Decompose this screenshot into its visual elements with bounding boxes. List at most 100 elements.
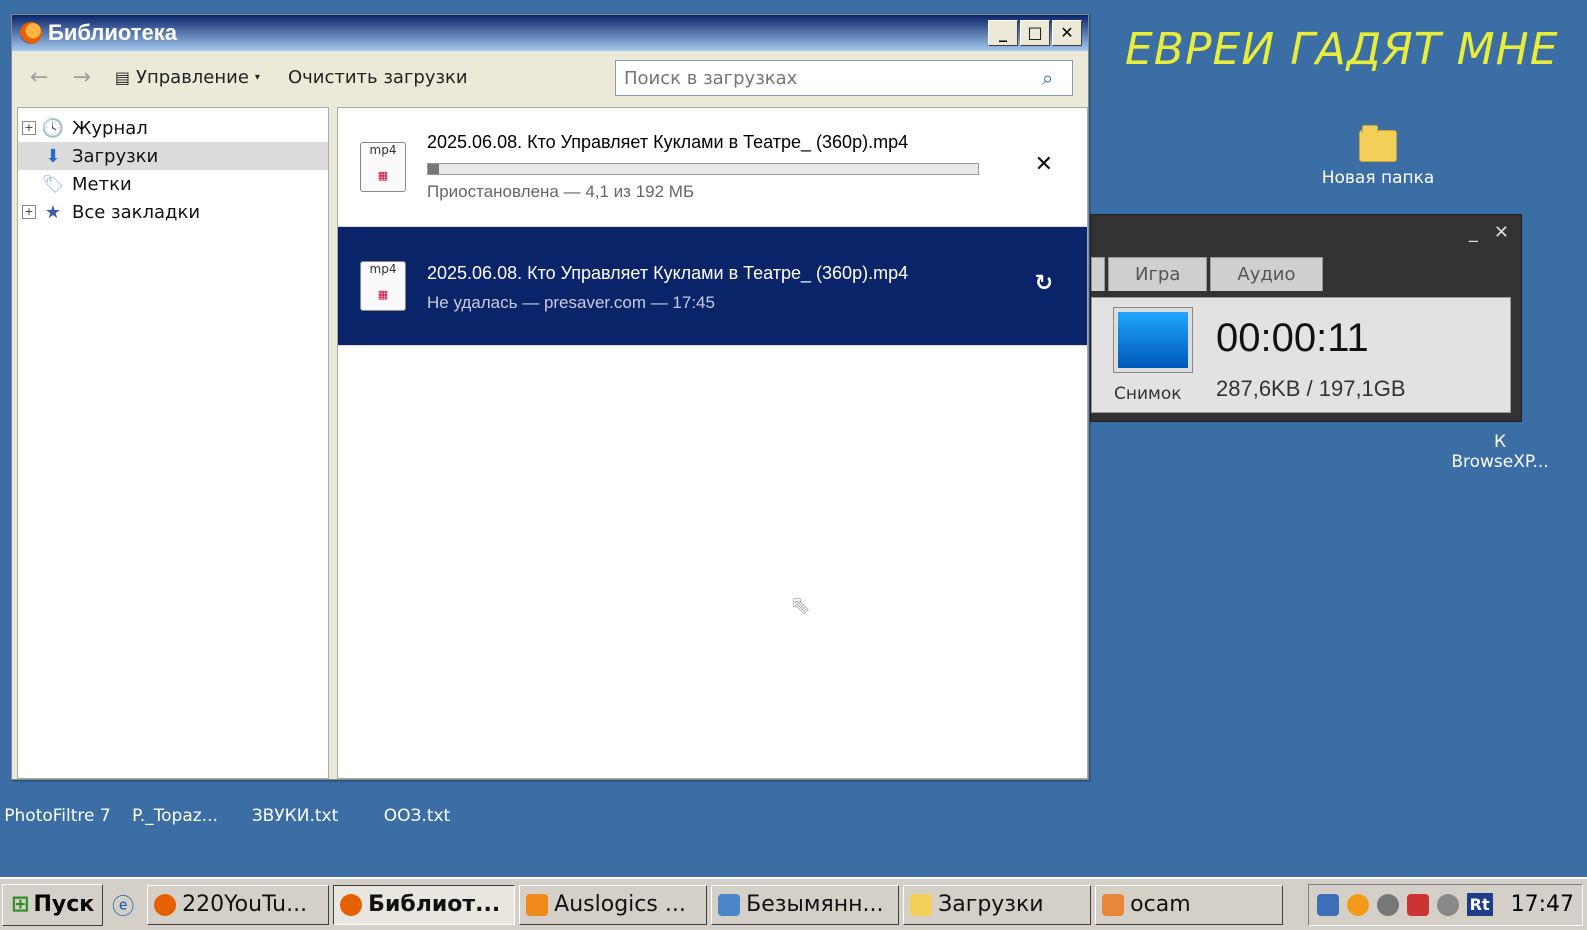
- firefox-icon: [20, 22, 42, 44]
- recording-sizes: 287,6KB / 197,1GB: [1216, 376, 1406, 401]
- ocam-icon: [1102, 893, 1125, 916]
- taskbar-item-auslogics[interactable]: Auslogics ...: [519, 884, 708, 925]
- download-filename: 2025.06.08. Кто Управляет Куклами в Теат…: [427, 263, 909, 283]
- download-status: Приостановлена — 4,1 из 192 МБ: [427, 182, 695, 201]
- desktop-icon-label: К: [1493, 432, 1507, 452]
- retry-download-icon[interactable]: ↻: [1035, 271, 1053, 296]
- recording-timer: 00:00:11: [1216, 316, 1369, 360]
- snapshot-label[interactable]: Снимок: [1114, 384, 1182, 404]
- download-filename: 2025.06.08. Кто Управляет Куклами в Теат…: [427, 132, 909, 152]
- taskbar-item-library[interactable]: Библиот...: [333, 884, 516, 925]
- mp4-file-icon: mp4 ▦: [360, 142, 406, 192]
- clear-downloads-button[interactable]: Очистить загрузки: [288, 67, 468, 88]
- tree-item-label: Метки: [72, 173, 132, 195]
- taskbar-item-youtube[interactable]: 220YouTu...: [147, 884, 330, 925]
- folder-icon: [910, 893, 933, 916]
- tree-item-all-bookmarks[interactable]: + ★ Все закладки: [18, 198, 328, 226]
- library-window: Библиотека _ □ ✕ ← → ▤ Управление ▾ Очис…: [11, 14, 1089, 780]
- ocam-tabs: Игра Аудио: [1091, 257, 1326, 291]
- tree-item-tags[interactable]: 🏷 Метки: [18, 170, 328, 198]
- content-panes: + 🕓 Журнал ⬇ Загрузки 🏷 Метки + ★ Все за…: [17, 107, 1088, 779]
- back-arrow-icon[interactable]: ←: [30, 65, 48, 90]
- ocam-minimize-button[interactable]: _: [1469, 222, 1478, 243]
- desktop-icon-new-folder[interactable]: Новая папка: [1318, 125, 1438, 188]
- start-button[interactable]: ⊞ Пуск: [2, 883, 104, 926]
- download-item[interactable]: mp4 ▦ 2025.06.08. Кто Управляет Куклами в…: [338, 108, 1087, 227]
- bookmarks-icon: ★: [44, 201, 62, 223]
- taskbar-item-label: Загрузки: [938, 892, 1044, 917]
- paint-icon: [718, 893, 741, 916]
- dropdown-arrow-icon: ▾: [254, 71, 260, 83]
- desktop-icon-label: ЗВУКИ.txt: [251, 806, 339, 826]
- ocam-window: _ ✕ Игра Аудио Снимок 00:00:11 287,6KB /…: [1090, 214, 1522, 422]
- desktop-icon-label: BrowseXP...: [1451, 452, 1549, 472]
- taskbar-item-downloads-folder[interactable]: Загрузки: [903, 884, 1092, 925]
- desktop-icon-label: ООЗ.txt: [383, 806, 451, 826]
- search-input[interactable]: [616, 66, 1042, 90]
- taskbar-item-label: 220YouTu...: [182, 892, 308, 917]
- downloads-list: mp4 ▦ 2025.06.08. Кто Управляет Куклами в…: [337, 107, 1088, 779]
- search-box: ⌕: [615, 60, 1073, 96]
- taskbar: ⊞ Пуск ⓔ 220YouTu... Библиот... Auslogic…: [0, 877, 1587, 930]
- firefox-icon: [154, 893, 177, 916]
- download-item-selected[interactable]: mp4 ▦ 2025.06.08. Кто Управляет Куклами в…: [338, 227, 1087, 346]
- folder-icon: [1359, 125, 1397, 162]
- monitor-icon[interactable]: [1114, 308, 1192, 372]
- desktop-icon-browsexp[interactable]: К BrowseXP...: [1440, 432, 1560, 472]
- settings-icon[interactable]: [1376, 893, 1399, 916]
- mouse-cursor-icon: ⇖: [790, 591, 811, 619]
- ocam-tab-hidden[interactable]: [1091, 257, 1105, 291]
- tree-item-label: Загрузки: [72, 145, 159, 167]
- mp4-file-icon: mp4 ▦: [360, 261, 406, 311]
- ocam-close-icon[interactable]: ✕: [1494, 222, 1509, 243]
- clock-icon: 🕓: [41, 117, 65, 139]
- desktop-icon-oo3[interactable]: ООЗ.txt: [362, 806, 472, 826]
- firefox-icon: [340, 893, 363, 916]
- manage-label: Управление: [136, 66, 249, 88]
- clock[interactable]: 17:47: [1511, 892, 1574, 917]
- desktop-icon-zvuki[interactable]: ЗВУКИ.txt: [240, 806, 350, 826]
- system-tray: Rt 17:47: [1307, 883, 1583, 926]
- minimize-button[interactable]: _: [988, 20, 1018, 46]
- volume-icon[interactable]: [1406, 893, 1429, 916]
- taskbar-item-label: Библиот...: [368, 892, 501, 917]
- taskbar-item-ocam[interactable]: ocam: [1095, 884, 1284, 925]
- toolbar: ← → ▤ Управление ▾ Очистить загрузки ⌕: [12, 51, 1088, 103]
- ocam-titlebar: _ ✕: [1091, 215, 1521, 249]
- expand-icon[interactable]: +: [22, 121, 36, 135]
- tree-item-downloads[interactable]: ⬇ Загрузки: [18, 142, 328, 170]
- tree-item-label: Журнал: [72, 117, 148, 139]
- ocam-tab-game[interactable]: Игра: [1108, 257, 1208, 291]
- rt-tray-icon[interactable]: Rt: [1466, 893, 1493, 916]
- expand-icon[interactable]: +: [22, 205, 36, 219]
- ie-quicklaunch-icon[interactable]: ⓔ: [103, 889, 143, 921]
- taskbar-item-untitled[interactable]: Безымянн...: [711, 884, 900, 925]
- desktop-banner-text: ЕВРЕИ ГАДЯТ МНЕ: [1125, 24, 1559, 75]
- search-icon[interactable]: ⌕: [1042, 66, 1066, 90]
- network-icon[interactable]: [1316, 893, 1339, 916]
- download-progress-bar: [427, 163, 979, 175]
- progress-fill: [428, 164, 439, 174]
- taskbar-item-label: Безымянн...: [746, 892, 884, 917]
- pane-splitter[interactable]: [329, 107, 337, 779]
- download-status: Не удалась — presaver.com — 17:45: [427, 293, 715, 312]
- desktop-icon-label: P._Topaz...: [132, 806, 218, 826]
- forward-arrow-icon[interactable]: →: [72, 65, 90, 90]
- tree-item-history[interactable]: + 🕓 Журнал: [18, 114, 328, 142]
- manage-icon: ▤: [114, 67, 130, 87]
- maximize-button[interactable]: □: [1020, 20, 1050, 46]
- taskbar-item-label: Auslogics ...: [554, 892, 686, 917]
- ocam-tab-audio[interactable]: Аудио: [1210, 257, 1323, 291]
- avast-icon[interactable]: [1346, 893, 1369, 916]
- manage-menu-button[interactable]: ▤ Управление ▾: [115, 67, 260, 88]
- desktop-icon-topaz[interactable]: P._Topaz...: [120, 806, 230, 826]
- ocam-panel: Снимок 00:00:11 287,6KB / 197,1GB: [1091, 297, 1511, 413]
- security-icon[interactable]: [1436, 893, 1459, 916]
- download-arrow-icon: ⬇: [45, 145, 61, 167]
- titlebar: Библиотека _ □ ✕: [12, 15, 1088, 51]
- sidebar-tree: + 🕓 Журнал ⬇ Загрузки 🏷 Метки + ★ Все за…: [17, 107, 329, 779]
- close-button[interactable]: ✕: [1052, 20, 1082, 46]
- cancel-download-icon[interactable]: ✕: [1035, 152, 1053, 177]
- desktop-icon-photofiltre[interactable]: PhotoFiltre 7: [0, 806, 115, 826]
- start-label: Пуск: [33, 892, 95, 917]
